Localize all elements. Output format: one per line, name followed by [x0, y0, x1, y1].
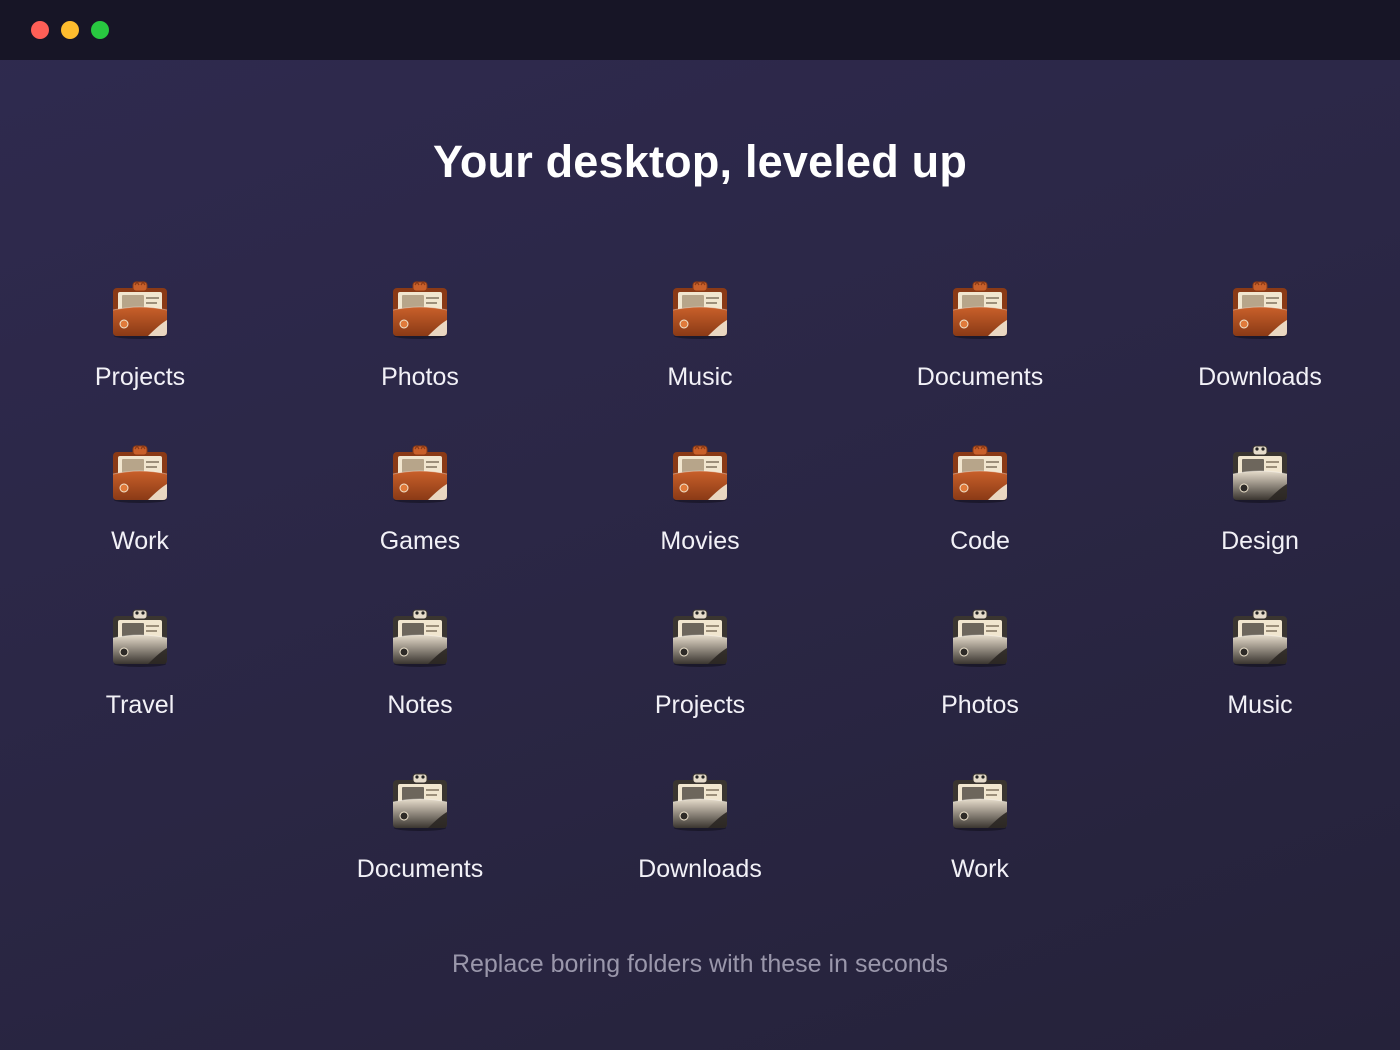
- folder-item[interactable]: Movies: [600, 444, 800, 564]
- fox-folder-icon: [112, 444, 168, 503]
- fox-folder-icon: [672, 280, 728, 339]
- folder-item[interactable]: Notes: [320, 608, 520, 728]
- fox-folder-icon: [392, 280, 448, 339]
- fox-folder-icon: [672, 444, 728, 503]
- fox-folder-icon: [1232, 280, 1288, 339]
- folder-item[interactable]: Downloads: [1160, 280, 1360, 400]
- folder-grid: Projects Photos Music Documents Download…: [0, 0, 1400, 1050]
- panda-folder-icon: [672, 609, 728, 667]
- folder-item[interactable]: Design: [1160, 444, 1360, 564]
- folder-item[interactable]: Music: [1160, 608, 1360, 728]
- folder-label: Music: [667, 363, 733, 391]
- tagline: Replace boring folders with these in sec…: [451, 950, 949, 978]
- folder-item[interactable]: Music: [600, 280, 800, 400]
- folder-item[interactable]: Work: [40, 444, 240, 564]
- folder-item[interactable]: Travel: [40, 608, 240, 728]
- folder-label: Games: [379, 527, 461, 555]
- fox-folder-icon: [112, 280, 168, 339]
- panda-folder-icon: [952, 609, 1008, 667]
- fox-folder-icon: [952, 444, 1008, 503]
- folder-item[interactable]: Photos: [320, 280, 520, 400]
- folder-label: Downloads: [638, 855, 762, 883]
- folder-item[interactable]: Photos: [880, 608, 1080, 728]
- folder-label: Notes: [387, 691, 453, 719]
- folder-label: Design: [1221, 527, 1299, 555]
- folder-label: Downloads: [1198, 363, 1322, 391]
- panda-folder-icon: [952, 773, 1008, 831]
- panda-folder-icon: [672, 773, 728, 831]
- folder-item[interactable]: Documents: [320, 772, 520, 892]
- folder-item[interactable]: Code: [880, 444, 1080, 564]
- folder-label: Photos: [941, 691, 1019, 719]
- app-window: Your desktop, leveled up Projects Photos…: [0, 0, 1400, 1050]
- folder-label: Projects: [94, 363, 186, 391]
- folder-label: Work: [111, 527, 169, 555]
- fox-folder-icon: [392, 444, 448, 503]
- panda-folder-icon: [1232, 445, 1288, 503]
- folder-item[interactable]: Projects: [40, 280, 240, 400]
- folder-label: Movies: [660, 527, 740, 555]
- panda-folder-icon: [392, 773, 448, 831]
- folder-label: Projects: [654, 691, 746, 719]
- folder-label: Music: [1227, 691, 1293, 719]
- panda-folder-icon: [112, 609, 168, 667]
- panda-folder-icon: [392, 609, 448, 667]
- folder-item[interactable]: Documents: [880, 280, 1080, 400]
- folder-label: Code: [950, 527, 1010, 555]
- folder-item[interactable]: Work: [880, 772, 1080, 892]
- folder-item[interactable]: Games: [320, 444, 520, 564]
- folder-item[interactable]: Downloads: [600, 772, 800, 892]
- panda-folder-icon: [1232, 609, 1288, 667]
- folder-label: Work: [951, 855, 1009, 883]
- folder-item[interactable]: Projects: [600, 608, 800, 728]
- folder-label: Documents: [916, 363, 1044, 391]
- folder-label: Travel: [105, 691, 175, 719]
- fox-folder-icon: [952, 280, 1008, 339]
- folder-label: Documents: [356, 855, 484, 883]
- folder-label: Photos: [381, 363, 459, 391]
